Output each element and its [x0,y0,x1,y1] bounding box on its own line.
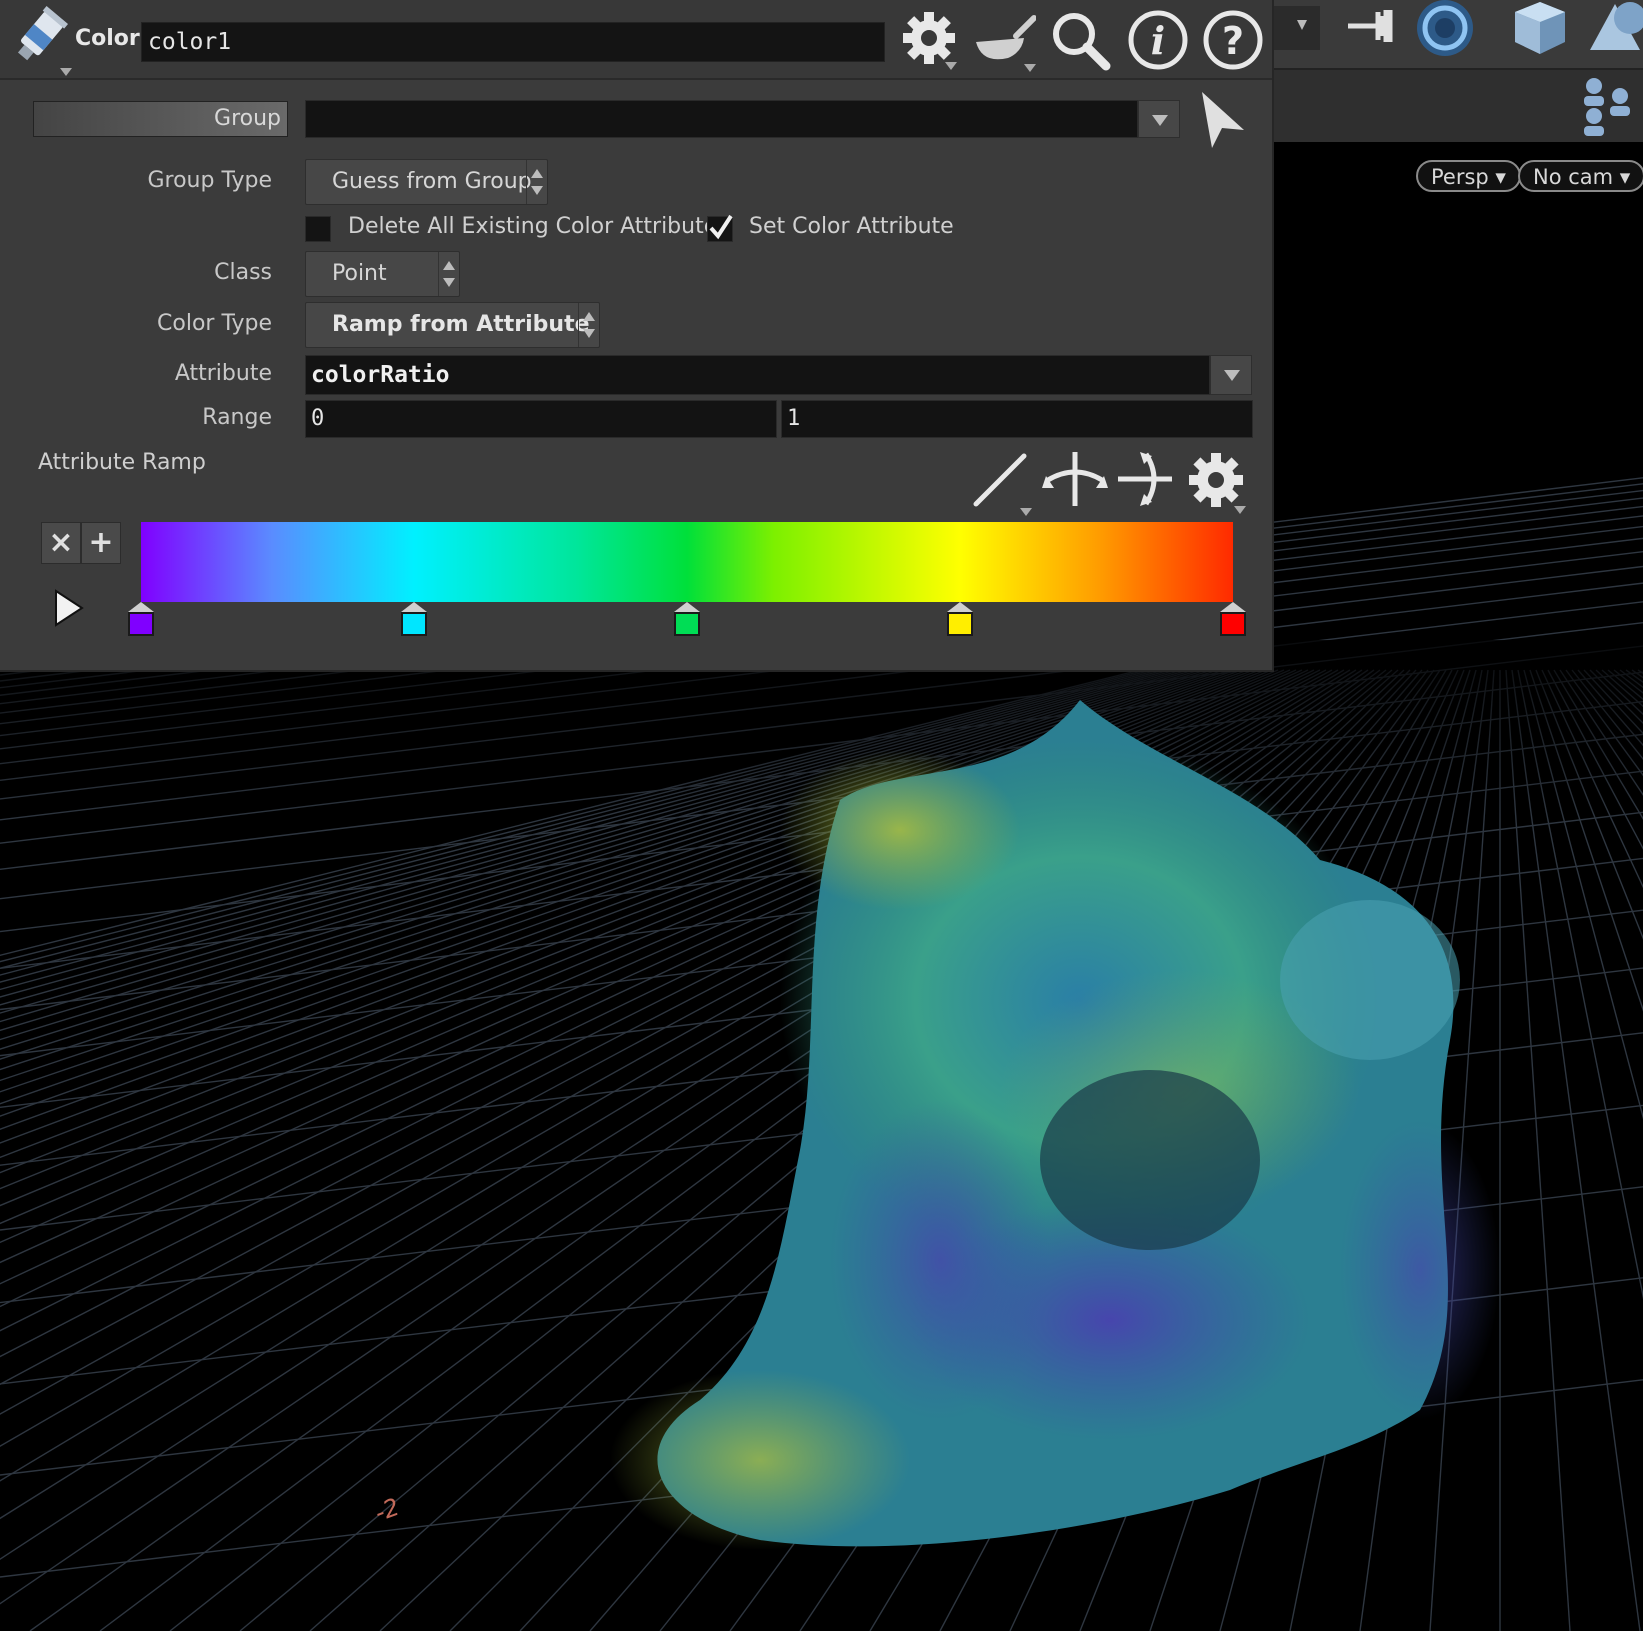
gear-icon[interactable] [897,8,961,72]
svg-text:?: ? [1222,19,1244,63]
parameter-panel: Color color1 i ? Group Group Type Guess … [0,0,1274,672]
group-type-label: Group Type [147,168,272,193]
class-value: Point [332,261,387,286]
help-icon[interactable]: ? [1201,8,1265,72]
flip-vertical-icon[interactable] [1118,452,1172,506]
persp-label: Persp [1431,165,1489,189]
color-type-label: Color Type [157,311,272,336]
attribute-label: Attribute [174,361,272,386]
ramp-key-1[interactable] [401,602,427,636]
color-type-value: Ramp from Attribute [332,312,590,337]
node-type-label: Color [75,26,140,51]
paint-tube-icon[interactable] [6,6,76,76]
ramp-gear-icon[interactable] [1189,453,1246,514]
attribute-field[interactable]: colorRatio [305,355,1210,395]
color-type-menu[interactable]: Ramp from Attribute [305,302,600,348]
updown-arrow-icon [438,252,459,296]
delete-attrs-checkbox[interactable] [305,216,331,242]
viewport-subtoolbar [1270,70,1643,142]
ramp-label: Attribute Ramp [38,450,206,475]
pin-icon[interactable] [1348,10,1393,42]
flip-horizontal-icon[interactable] [1042,452,1108,506]
remove-key-button[interactable]: × [41,522,81,564]
ramp-key-0[interactable] [128,602,154,636]
set-color-label: Set Color Attribute [749,214,954,239]
panel-header: Color color1 i ? [0,0,1272,80]
attribute-dropdown-button[interactable] [1210,355,1252,395]
camera-label: No cam [1533,165,1614,189]
ramp-key-4[interactable] [1220,602,1246,636]
snap-ring-icon[interactable] [1417,0,1473,56]
dropdown-arrow-icon[interactable] [1270,6,1320,50]
select-arrow-icon[interactable] [1196,88,1250,152]
play-triangle-icon[interactable] [52,588,86,628]
node-name-field[interactable]: color1 [141,22,885,62]
ramp-key-2[interactable] [674,602,700,636]
add-key-button[interactable]: + [81,522,121,564]
info-icon[interactable]: i [1126,8,1190,72]
group-label-button[interactable]: Group [33,101,288,137]
camera-button[interactable]: No cam ▾ [1518,160,1643,192]
set-color-checkbox[interactable] [707,214,733,242]
group-dropdown-button[interactable] [1138,100,1180,138]
range-label: Range [202,405,272,430]
group-label: Group [214,106,281,131]
users-icon[interactable] [1584,78,1630,136]
class-label: Class [214,260,272,285]
range-max-field[interactable]: 1 [781,400,1253,438]
updown-arrow-icon [526,160,547,204]
group-field[interactable] [305,100,1138,138]
ramp-tools [973,452,1246,516]
class-menu[interactable]: Point [305,251,460,297]
cone-sphere-icon[interactable] [1590,2,1643,50]
cube-icon[interactable] [1515,2,1565,54]
group-type-menu[interactable]: Guess from Group [305,159,548,205]
range-min-field[interactable]: 0 [305,400,777,438]
checkmark-icon [709,214,733,240]
persp-button[interactable]: Persp ▾ [1416,160,1521,192]
group-type-value: Guess from Group [332,169,532,194]
updown-arrow-icon [578,303,599,347]
color-ramp-bar[interactable] [141,522,1233,602]
ramp-key-3[interactable] [947,602,973,636]
delete-attrs-label: Delete All Existing Color Attributes [348,214,729,239]
linear-interp-icon[interactable] [973,453,1032,516]
svg-text:i: i [1151,18,1165,63]
viewport-toolbar [1270,0,1643,70]
magnifier-icon[interactable] [1048,8,1112,72]
wok-icon[interactable] [972,8,1036,72]
